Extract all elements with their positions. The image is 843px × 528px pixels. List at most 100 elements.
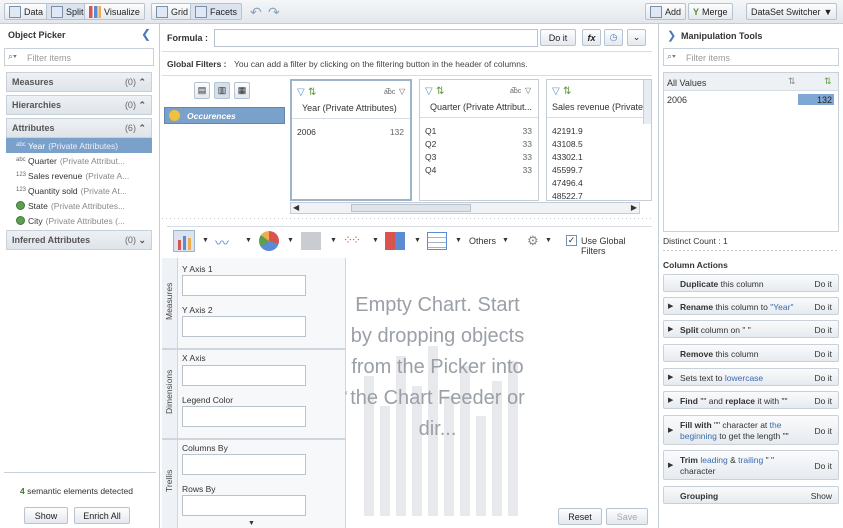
facets-horizontal-scrollbar[interactable]: ◀ ▶ — [290, 202, 640, 214]
redo-icon[interactable]: ↷ — [268, 4, 280, 21]
chevron-down-icon[interactable]: ▼ — [455, 237, 462, 244]
x-axis-dropzone[interactable] — [182, 365, 306, 386]
formula-input[interactable] — [214, 29, 538, 47]
facet-row[interactable]: Q3 33 — [420, 150, 538, 163]
use-global-filters-checkbox[interactable]: ✓ — [566, 235, 577, 246]
remove-action[interactable]: Remove this column Do it — [663, 344, 839, 362]
reset-button[interactable]: Reset — [558, 508, 602, 525]
find-replace-action[interactable]: ▶ Find "" and replace it with "" Do it — [663, 391, 839, 409]
expand-formula-icon[interactable]: ⌄ — [627, 29, 646, 46]
inferred-attributes-section-header[interactable]: Inferred Attributes (0) ⌄ — [6, 230, 152, 250]
scroll-left-icon[interactable]: ◀ — [293, 203, 299, 212]
chevron-down-icon[interactable]: ▼ — [330, 237, 337, 244]
value-item[interactable]: 2006 — [667, 95, 687, 105]
manipulation-filter-field[interactable]: ⌕▾ Filter items — [663, 48, 839, 66]
data-view-button[interactable]: Data — [4, 3, 49, 20]
expand-arrow-icon[interactable]: ▶ — [668, 396, 673, 404]
attribute-item-quantity-sold[interactable]: 123 Quantity sold (Private At... — [6, 183, 152, 198]
undo-icon[interactable]: ↶ — [250, 4, 262, 21]
function-icon[interactable]: fx — [582, 29, 601, 46]
chevron-down-icon[interactable]: ▼ — [414, 237, 421, 244]
scrollbar-thumb[interactable] — [351, 204, 471, 212]
chevron-down-icon[interactable]: ▼ — [502, 237, 509, 244]
grid-button[interactable]: Grid — [151, 3, 194, 20]
facet-year[interactable]: ▽ ⇅ a͡bc ▽ Year (Private Attributes) 200… — [290, 79, 412, 201]
gear-icon[interactable]: ⚙ — [527, 233, 539, 249]
filter-items-field[interactable]: ⌕▾ Filter items — [4, 48, 154, 66]
measures-section-header[interactable]: Measures (0) ⌃ — [6, 72, 152, 92]
expand-arrow-icon[interactable]: ▶ — [668, 373, 673, 381]
merge-button[interactable]: Y Merge — [688, 3, 733, 20]
rename-action[interactable]: ▶ Rename this column to "Year" Do it — [663, 297, 839, 315]
collapse-feeder-icon[interactable]: ‹ — [345, 388, 348, 397]
splitter-handle[interactable] — [663, 250, 839, 251]
others-chart-types[interactable]: Others — [469, 236, 496, 246]
heatmap-chart-type-icon[interactable] — [385, 232, 405, 250]
save-button[interactable]: Save — [606, 508, 648, 525]
bar-chart-type-icon[interactable] — [173, 230, 195, 252]
chevron-down-icon[interactable]: ▼ — [245, 237, 252, 244]
formula-doit-button[interactable]: Do it — [540, 29, 576, 46]
sort-icon[interactable]: ⇅ — [436, 86, 444, 97]
collapse-icon[interactable]: ⌃ — [138, 100, 146, 110]
filter-icon[interactable]: ▽ — [297, 87, 305, 98]
split-view-button[interactable]: Split — [46, 3, 89, 20]
fill-with-action[interactable]: ▶ Fill with "" character at the beginning… — [663, 415, 839, 445]
collapse-icon[interactable]: ⌃ — [138, 123, 146, 133]
facet-row[interactable]: Q1 33 — [420, 124, 538, 137]
area-chart-type-icon[interactable] — [301, 232, 321, 250]
duplicate-action[interactable]: Duplicate this column Do it — [663, 274, 839, 292]
facet-row[interactable]: 43302.1 — [547, 150, 651, 163]
scroll-right-icon[interactable]: ▶ — [631, 203, 637, 212]
facet-row[interactable]: 42191.9 — [547, 124, 651, 137]
facet-layout-3-icon[interactable]: ▦ — [234, 82, 250, 99]
expand-arrow-icon[interactable]: ▶ — [668, 302, 673, 310]
facet-row[interactable]: Q4 33 — [420, 163, 538, 176]
line-chart-type-icon[interactable]: 〰 — [215, 233, 229, 253]
clock-icon[interactable]: ◷ — [604, 29, 623, 46]
chevron-down-icon[interactable]: ▽ — [399, 87, 405, 96]
facet-row[interactable]: 47496.4 — [547, 176, 651, 189]
dataset-switcher-dropdown[interactable]: DataSet Switcher ▼ — [746, 3, 837, 20]
show-button[interactable]: Show — [24, 507, 68, 524]
columns-by-dropzone[interactable] — [182, 454, 306, 475]
grouping-section[interactable]: Grouping Show — [663, 486, 839, 504]
enrich-all-button[interactable]: Enrich All — [74, 507, 130, 524]
collapse-icon[interactable]: ⌃ — [138, 77, 146, 87]
scroll-down-icon[interactable]: ▼ — [248, 520, 255, 527]
visualize-view-button[interactable]: Visualize — [84, 3, 145, 20]
chevron-down-icon[interactable]: ▼ — [545, 237, 552, 244]
attributes-section-header[interactable]: Attributes (6) ⌃ — [6, 118, 152, 138]
attribute-item-state[interactable]: State (Private Attributes... — [6, 198, 152, 213]
vertical-scrollbar[interactable] — [643, 80, 651, 124]
sort-icon[interactable]: ⇅ — [563, 86, 571, 97]
facet-row[interactable]: 43108.5 — [547, 137, 651, 150]
expand-icon[interactable]: ⌄ — [138, 235, 146, 245]
sort-count-icon[interactable]: ⇅ — [824, 76, 832, 87]
facets-button[interactable]: Facets — [190, 3, 243, 20]
chevron-down-icon[interactable]: ▽ — [525, 86, 531, 95]
pie-chart-type-icon[interactable] — [259, 231, 279, 251]
rows-by-dropzone[interactable] — [182, 495, 306, 516]
chevron-down-icon[interactable]: ▼ — [202, 237, 209, 244]
sort-icon[interactable]: ⇅ — [308, 87, 316, 98]
table-chart-type-icon[interactable] — [427, 232, 447, 250]
y-axis-1-dropzone[interactable] — [182, 275, 306, 296]
splitter-handle[interactable] — [162, 218, 652, 219]
hierarchies-section-header[interactable]: Hierarchies (0) ⌃ — [6, 95, 152, 115]
facet-row[interactable]: 45599.7 — [547, 163, 651, 176]
facet-row[interactable]: Q2 33 — [420, 137, 538, 150]
sort-alpha-icon[interactable]: ⇅ — [788, 76, 796, 87]
collapse-panel-icon[interactable]: ❮ — [141, 27, 151, 41]
facet-sales-revenue[interactable]: ▽ ⇅ Sales revenue (Private 42191.9 43108… — [546, 79, 652, 201]
facet-quarter[interactable]: ▽ ⇅ a͡bc ▽ Quarter (Private Attribut... … — [419, 79, 539, 201]
legend-color-dropzone[interactable] — [182, 406, 306, 427]
chevron-down-icon[interactable]: ▼ — [372, 237, 379, 244]
trim-action[interactable]: ▶ Trim leading & trailing " " character D… — [663, 450, 839, 480]
attribute-item-year[interactable]: abc Year (Private Attributes) — [6, 138, 152, 153]
scatter-chart-type-icon[interactable]: ⁘⁘ — [343, 233, 361, 247]
facet-layout-1-icon[interactable]: ▤ — [194, 82, 210, 99]
expand-arrow-icon[interactable]: ▶ — [668, 426, 673, 434]
y-axis-2-dropzone[interactable] — [182, 316, 306, 337]
attribute-item-sales-revenue[interactable]: 123 Sales revenue (Private A... — [6, 168, 152, 183]
